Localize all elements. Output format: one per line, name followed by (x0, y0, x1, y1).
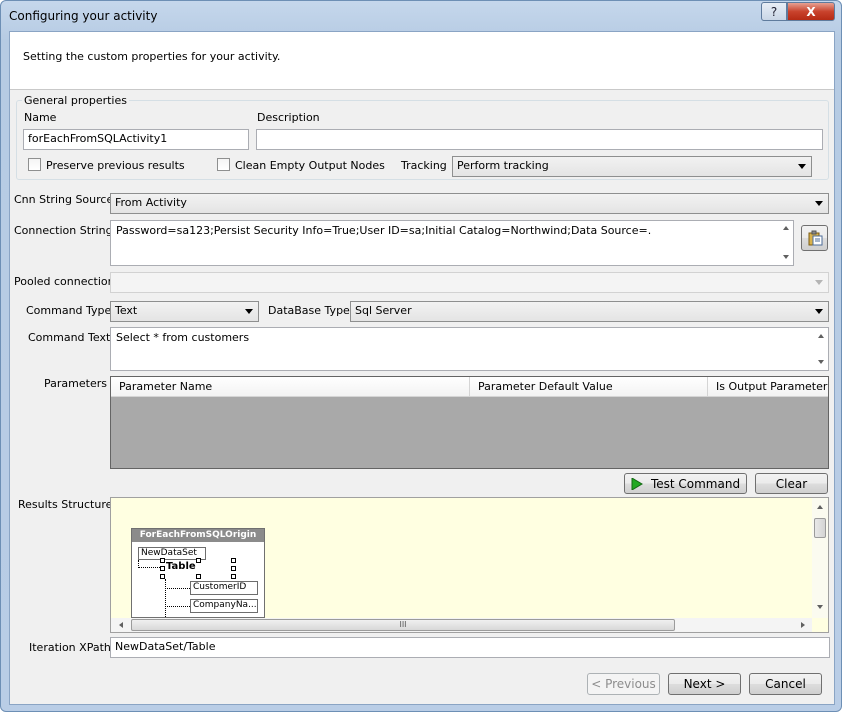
field-node[interactable]: CustomerID (190, 581, 258, 595)
selection-handle (231, 558, 236, 563)
parameters-label: Parameters (44, 377, 107, 390)
cancel-label: Cancel (765, 677, 806, 691)
chevron-down-icon (245, 309, 253, 314)
help-button[interactable]: ? (761, 2, 787, 21)
command-text-label: Command Text (28, 331, 111, 344)
dialog-window: Configuring your activity ? X Setting th… (0, 0, 842, 712)
schema-root-node[interactable]: ForEachFromSQLOrigin NewDataSet Table Cu… (131, 528, 265, 619)
cnn-source-value: From Activity (115, 196, 187, 209)
tracking-value: Perform tracking (457, 159, 549, 172)
cnn-source-label: Cnn String Source (14, 193, 114, 206)
results-vertical-scrollbar[interactable] (812, 498, 828, 618)
previous-label: < Previous (591, 677, 656, 691)
connection-string-value: Password=sa123;Persist Security Info=Tru… (116, 224, 652, 237)
connection-string-input[interactable]: Password=sa123;Persist Security Info=Tru… (110, 220, 794, 266)
header-panel: Setting the custom properties for your a… (10, 32, 834, 90)
command-type-value: Text (115, 304, 138, 317)
selection-handle (196, 574, 201, 579)
next-button[interactable]: Next > (668, 673, 741, 695)
scroll-up-icon (783, 226, 789, 230)
chevron-down-icon (815, 201, 823, 206)
test-command-button[interactable]: Test Command (624, 473, 747, 494)
scroll-up-icon (817, 505, 823, 509)
scroll-left-icon (119, 622, 123, 628)
scroll-thumb[interactable] (814, 518, 826, 538)
selection-handle (196, 558, 201, 563)
connection-builder-button[interactable] (801, 225, 828, 251)
cnn-source-dropdown[interactable]: From Activity (110, 193, 829, 214)
parameters-grid[interactable]: Parameter Name Parameter Default Value I… (110, 376, 829, 469)
scroll-down-icon (783, 255, 789, 259)
database-type-dropdown[interactable]: Sql Server (350, 301, 829, 322)
test-command-label: Test Command (650, 476, 741, 491)
help-icon: ? (770, 4, 778, 19)
selection-handle (231, 574, 236, 579)
results-structure-panel[interactable]: ForEachFromSQLOrigin NewDataSet Table Cu… (110, 497, 829, 633)
previous-button: < Previous (587, 673, 660, 695)
tree-connector (165, 606, 190, 607)
clean-empty-nodes-label: Clean Empty Output Nodes (235, 159, 385, 172)
description-label: Description (257, 111, 320, 124)
chevron-down-icon (815, 309, 823, 314)
command-text-scrollbar[interactable] (814, 328, 828, 370)
header-subtitle: Setting the custom properties for your a… (23, 50, 281, 63)
clean-empty-nodes-checkbox[interactable] (217, 158, 230, 171)
results-horizontal-scrollbar[interactable]: III (111, 618, 812, 632)
scroll-down-icon (818, 360, 824, 364)
description-input[interactable] (256, 129, 823, 150)
cancel-button[interactable]: Cancel (749, 673, 822, 695)
scroll-down-icon (817, 605, 823, 609)
iteration-xpath-input[interactable]: NewDataSet/Table (110, 637, 830, 658)
schema-root-title: ForEachFromSQLOrigin (132, 529, 264, 542)
close-icon: X (806, 4, 816, 19)
name-label: Name (24, 111, 57, 124)
scroll-up-icon (818, 334, 824, 338)
dialog-client-area: Setting the custom properties for your a… (9, 31, 835, 705)
clear-button[interactable]: Clear (755, 473, 828, 494)
general-properties-title: General properties (22, 94, 129, 107)
tracking-dropdown[interactable]: Perform tracking (452, 156, 812, 177)
next-label: Next > (683, 677, 726, 691)
results-structure-label: Results Structure (18, 498, 113, 511)
tree-connector (165, 588, 190, 589)
database-type-label: DataBase Type (268, 304, 350, 317)
connection-string-label: Connection String (14, 224, 113, 237)
iteration-xpath-label: Iteration XPath (29, 641, 111, 654)
selection-handle (160, 558, 165, 563)
clear-label: Clear (775, 476, 808, 491)
selection-handle (160, 566, 165, 571)
window-title: Configuring your activity (9, 9, 158, 23)
command-type-label: Command Type (26, 304, 112, 317)
selection-handle (231, 566, 236, 571)
scroll-right-icon (801, 622, 805, 628)
tree-connector (138, 567, 160, 568)
pooled-connection-label: Pooled connection (14, 275, 115, 288)
grid-column-header[interactable]: Parameter Name (111, 377, 470, 397)
connection-string-scrollbar[interactable] (779, 221, 793, 265)
command-text-input[interactable]: Select * from customers (110, 327, 829, 371)
title-bar[interactable]: Configuring your activity ? X (1, 1, 841, 31)
preserve-results-checkbox[interactable] (28, 158, 41, 171)
grid-column-header[interactable]: Parameter Default Value (470, 377, 708, 397)
command-text-value: Select * from customers (116, 331, 250, 344)
table-node[interactable]: Table (164, 561, 232, 575)
chevron-down-icon (815, 280, 823, 285)
clipboard-icon (808, 230, 822, 246)
play-icon (631, 477, 643, 490)
grid-column-header[interactable]: Is Output Parameter (708, 377, 828, 397)
preserve-results-label: Preserve previous results (46, 159, 185, 172)
tree-connector (165, 579, 166, 619)
command-type-dropdown[interactable]: Text (110, 301, 259, 322)
scroll-thumb[interactable]: III (131, 619, 675, 631)
pooled-connection-dropdown (110, 272, 829, 293)
database-type-value: Sql Server (355, 304, 412, 317)
tracking-label: Tracking (401, 159, 447, 172)
close-button[interactable]: X (787, 2, 835, 21)
chevron-down-icon (798, 164, 806, 169)
name-input[interactable]: forEachFromSQLActivity1 (23, 129, 249, 150)
field-node[interactable]: CompanyNa... (190, 599, 258, 613)
